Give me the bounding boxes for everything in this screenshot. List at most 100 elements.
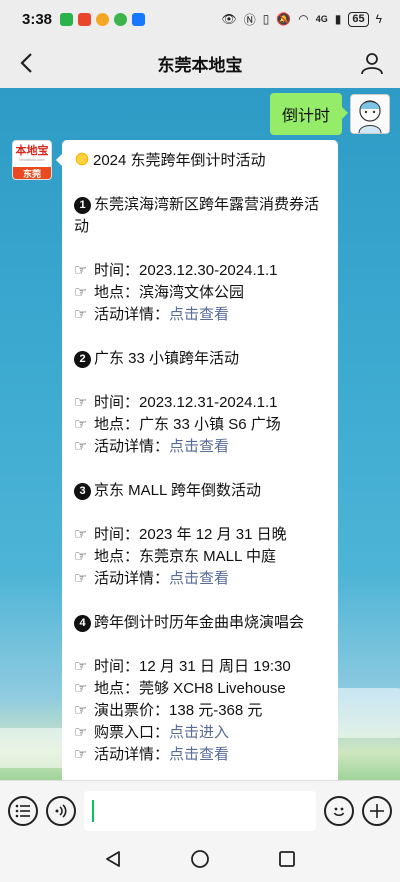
price-label: 演出票价：: [94, 702, 170, 719]
avatar-illustration-icon: [351, 95, 389, 133]
pointing-hand-icon: ☞: [74, 306, 88, 323]
details-link[interactable]: 点击查看: [169, 438, 229, 455]
event-place: 广东 33 小镇 S6 广场: [139, 416, 281, 433]
event-time: 12 月 31 日 周日 19:30: [139, 658, 291, 675]
ticket-label: 购票入口：: [94, 724, 170, 741]
outgoing-message-row: 倒计时: [269, 88, 390, 140]
outgoing-message-bubble[interactable]: 倒计时: [269, 93, 349, 135]
number-badge-icon: 3: [74, 483, 91, 500]
wechat-icon: [60, 12, 74, 26]
pointing-hand-icon: ☞: [74, 284, 88, 301]
back-nav-button[interactable]: [104, 850, 122, 873]
pointing-hand-icon: ☞: [74, 680, 88, 697]
pointing-hand-icon: ☞: [74, 702, 88, 719]
event-title-line: 1 东莞滨海湾新区跨年露营消费券活动: [74, 194, 326, 238]
event-place-line: ☞ 地点：滨海湾文体公园: [74, 282, 326, 304]
event-title: 跨年倒计时历年金曲串烧演唱会: [94, 614, 305, 631]
logo-city: 东莞: [13, 167, 51, 179]
circle-home-icon: [191, 849, 209, 868]
voice-icon: [55, 803, 67, 818]
details-label: 活动详情：: [94, 306, 170, 323]
app-icon: [78, 12, 92, 26]
pointing-hand-icon: ☞: [74, 658, 88, 675]
details-link[interactable]: 点击查看: [169, 746, 229, 763]
notification-icons: [60, 12, 146, 26]
mute-icon: 🔕: [276, 12, 292, 26]
event-price-line: ☞ 演出票价：138 元-368 元: [74, 700, 326, 722]
status-bar: 3:38 👁 Ⓝ ▯ 🔕 ◠ 4G ▮ 65 ϟ: [0, 0, 400, 38]
home-nav-button[interactable]: [190, 849, 210, 874]
place-label: 地点：: [94, 680, 140, 697]
pointing-hand-icon: ☞: [74, 438, 88, 455]
time-label: 时间：: [94, 526, 140, 543]
list-icon: [15, 804, 30, 817]
emoji-button[interactable]: [324, 795, 354, 826]
pointing-hand-icon: ☞: [74, 724, 88, 741]
event-place: 滨海湾文体公园: [139, 284, 245, 301]
logo-subtext: bendibao.com: [19, 157, 45, 162]
event-place: 莞够 XCH8 Livehouse: [139, 680, 286, 697]
back-button[interactable]: [12, 49, 40, 77]
event-time-line: ☞ 时间：2023.12.30-2024.1.1: [74, 260, 326, 282]
event-time: 2023.12.31-2024.1.1: [139, 394, 278, 411]
event-title-line: 2 广东 33 小镇跨年活动: [74, 348, 326, 370]
incoming-message-bubble[interactable]: 2024 东莞跨年倒计时活动 1 东莞滨海湾新区跨年露营消费券活动 ☞ 时间：202…: [56, 140, 338, 780]
nav-bar: 东莞本地宝: [0, 38, 400, 88]
my-avatar[interactable]: [350, 94, 390, 134]
pointing-hand-icon: ☞: [74, 548, 88, 565]
sun-icon: [74, 151, 90, 167]
event-ticket-line: ☞ 购票入口：点击进入: [74, 722, 326, 744]
eye-icon: 👁: [221, 12, 237, 26]
event-time-line: ☞ 时间：12 月 31 日 周日 19:30: [74, 656, 326, 678]
event-title: 广东 33 小镇跨年活动: [94, 350, 240, 367]
details-link[interactable]: 点击查看: [169, 306, 229, 323]
event-title-line: 3 京东 MALL 跨年倒数活动: [74, 480, 326, 502]
battery-icon: 65: [348, 11, 369, 27]
details-link[interactable]: 点击查看: [169, 570, 229, 587]
nfc-icon: Ⓝ: [243, 12, 256, 27]
recycle-icon: [114, 12, 128, 26]
menu-button[interactable]: [8, 795, 38, 826]
vibrate-icon: ▯: [262, 12, 270, 26]
time-label: 时间：: [94, 262, 140, 279]
event-place: 东莞京东 MALL 中庭: [139, 548, 276, 565]
event-details-line: ☞ 活动详情：点击查看: [74, 436, 326, 458]
number-badge-icon: 1: [74, 197, 91, 214]
triangle-back-icon: [106, 850, 120, 867]
more-button[interactable]: [362, 795, 392, 826]
event-place-line: ☞ 地点：莞够 XCH8 Livehouse: [74, 678, 326, 700]
event-title: 东莞滨海湾新区跨年露营消费券活动: [74, 196, 320, 235]
event-title: 京东 MALL 跨年倒数活动: [94, 482, 261, 499]
profile-button[interactable]: [358, 49, 386, 77]
details-label: 活动详情：: [94, 570, 170, 587]
event-time: 2023 年 12 月 31 日晚: [139, 526, 287, 543]
event-time-line: ☞ 时间：2023 年 12 月 31 日晚: [74, 524, 326, 546]
page-title: 东莞本地宝: [157, 55, 243, 75]
details-label: 活动详情：: [94, 438, 170, 455]
ticket-link[interactable]: 点击进入: [169, 724, 229, 741]
event-price: 138 元-368 元: [169, 702, 263, 719]
time-label: 时间：: [94, 658, 140, 675]
recents-nav-button[interactable]: [278, 850, 296, 873]
user-icon: [361, 53, 383, 75]
network-label: 4G: [315, 14, 328, 24]
message-input[interactable]: [84, 790, 316, 831]
square-recents-icon: [279, 850, 295, 867]
pointing-hand-icon: ☞: [74, 526, 88, 543]
logo-text: 本地宝: [15, 145, 49, 157]
message-heading-line: 2024 东莞跨年倒计时活动: [74, 150, 326, 172]
text-caret: [92, 799, 94, 822]
pointing-hand-icon: ☞: [74, 570, 88, 587]
pointing-hand-icon: ☞: [74, 746, 88, 763]
voice-button[interactable]: [46, 795, 76, 826]
system-nav-bar: [0, 840, 400, 882]
chat-area[interactable]: 倒计时 本地宝 bendibao.com 东莞 2024 东莞跨年倒计时活动 1…: [0, 88, 400, 780]
input-bar: [0, 780, 400, 840]
account-avatar[interactable]: 本地宝 bendibao.com 东莞: [12, 140, 52, 180]
number-badge-icon: 4: [74, 615, 91, 632]
place-label: 地点：: [94, 416, 140, 433]
event-details-line: ☞ 活动详情：点击查看: [74, 568, 326, 590]
charging-icon: ϟ: [375, 12, 382, 26]
details-label: 活动详情：: [94, 746, 170, 763]
logo-top: 本地宝 bendibao.com: [13, 141, 51, 167]
